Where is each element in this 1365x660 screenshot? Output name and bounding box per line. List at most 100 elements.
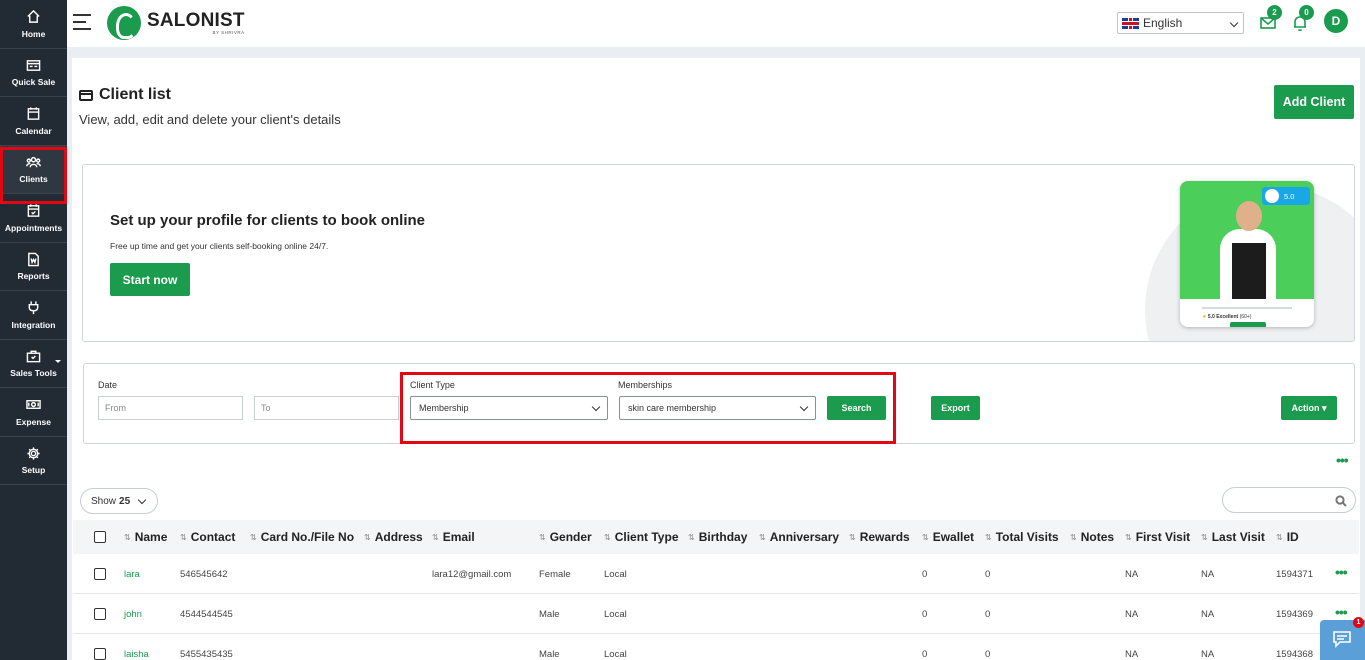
sidebar-item-sales-tools[interactable]: Sales Tools — [0, 340, 67, 388]
cell-ewallet: 0 — [922, 608, 928, 620]
promo-text: Free up time and get your clients self-b… — [110, 241, 329, 251]
chevron-down-icon — [591, 402, 601, 412]
table-row: laisha 5455435435 Male Local 0 0 NA NA 1… — [73, 634, 1359, 660]
table-search-input[interactable] — [1222, 487, 1356, 513]
logo[interactable]: SALONIST BY SHRIVRA — [107, 6, 245, 40]
sidebar-item-label: Appointments — [4, 222, 63, 233]
client-name-link[interactable]: lara — [124, 554, 140, 594]
add-client-button[interactable]: Add Client — [1274, 85, 1354, 119]
sidebar-item-clients[interactable]: Clients — [0, 145, 67, 194]
report-icon — [26, 251, 42, 267]
notifications-badge: 0 — [1299, 5, 1314, 20]
date-to-input[interactable]: To — [254, 396, 399, 420]
chevron-down-icon — [55, 359, 61, 363]
row-checkbox[interactable] — [94, 568, 106, 580]
column-header-birthday[interactable]: ⇅ Birthday — [688, 520, 747, 554]
client-type-value: Membership — [419, 403, 469, 413]
client-name-link[interactable]: john — [124, 594, 142, 634]
column-header-gender[interactable]: ⇅ Gender — [539, 520, 592, 554]
rating-pill: 5.0 — [1262, 187, 1310, 205]
page-subtitle: View, add, edit and delete your client's… — [79, 112, 341, 127]
sidebar-item-quick-sale[interactable]: Quick Sale — [0, 49, 67, 97]
messages-button[interactable]: 2 — [1259, 5, 1282, 32]
row-checkbox[interactable] — [94, 648, 106, 660]
column-header-name[interactable]: ⇅ Name — [124, 520, 167, 554]
column-header-card[interactable]: ⇅ Card No./File No — [250, 520, 354, 554]
sidebar-item-expense[interactable]: Expense — [0, 388, 67, 437]
column-header-rewards[interactable]: ⇅ Rewards — [849, 520, 910, 554]
column-header-total-visits[interactable]: ⇅ Total Visits — [985, 520, 1059, 554]
sidebar-item-label: Integration — [11, 319, 56, 330]
language-select[interactable]: English — [1117, 12, 1244, 34]
row-actions-icon[interactable]: ••• — [1335, 564, 1348, 580]
cell-gender: Female — [539, 568, 571, 580]
cell-contact: 5455435435 — [180, 648, 233, 660]
sidebar-item-home[interactable]: Home — [0, 0, 67, 49]
start-now-button[interactable]: Start now — [110, 263, 190, 296]
more-options-icon[interactable]: ••• — [1336, 452, 1349, 468]
memberships-select[interactable]: skin care membership — [619, 396, 816, 420]
cell-client-type: Local — [604, 568, 627, 580]
cell-last-visit: NA — [1201, 568, 1215, 580]
cell-client-type: Local — [604, 608, 627, 620]
column-header-contact[interactable]: ⇅ Contact — [180, 520, 235, 554]
avatar[interactable]: D — [1324, 9, 1348, 33]
sidebar-item-calendar[interactable]: Calendar — [0, 97, 67, 146]
money-icon — [26, 397, 42, 413]
cell-contact: 546545642 — [180, 568, 228, 580]
sidebar-item-integration[interactable]: Integration — [0, 291, 67, 340]
column-header-first-visit[interactable]: ⇅ First Visit — [1125, 520, 1190, 554]
column-header-email[interactable]: ⇅ Email — [432, 520, 475, 554]
memberships-label: Memberships — [618, 380, 673, 390]
sidebar-item-reports[interactable]: Reports — [0, 243, 67, 291]
promo-excellent: ★ 5.0 Excellent (60+) — [1202, 314, 1252, 320]
show-value: 25 — [119, 495, 131, 507]
chevron-down-icon — [1229, 18, 1239, 28]
column-header-last-visit[interactable]: ⇅ Last Visit — [1201, 520, 1265, 554]
page-size-select[interactable]: Show 25 — [80, 488, 158, 514]
show-label: Show — [91, 495, 117, 507]
column-header-ewallet[interactable]: ⇅ Ewallet — [922, 520, 974, 554]
row-actions-icon[interactable]: ••• — [1335, 604, 1348, 620]
users-icon — [26, 154, 42, 170]
sidebar-item-setup[interactable]: Setup — [0, 437, 67, 485]
notifications-button[interactable]: 0 — [1291, 5, 1314, 32]
cell-ewallet: 0 — [922, 648, 928, 660]
column-header-anniversary[interactable]: ⇅ Anniversary — [759, 520, 839, 554]
search-button[interactable]: Search — [827, 396, 886, 420]
export-button[interactable]: Export — [931, 396, 980, 420]
chat-badge: 1 — [1353, 617, 1364, 628]
select-all-checkbox[interactable] — [94, 531, 106, 543]
promo-title: Set up your profile for clients to book … — [110, 212, 426, 229]
row-checkbox[interactable] — [94, 608, 106, 620]
column-header-id[interactable]: ⇅ ID — [1276, 520, 1299, 554]
sidebar-item-label: Clients — [19, 174, 48, 185]
column-header-client-type[interactable]: ⇅ Client Type — [604, 520, 679, 554]
action-dropdown-button[interactable]: Action ▾ — [1281, 396, 1337, 420]
column-header-address[interactable]: ⇅ Address — [364, 520, 423, 554]
gear-icon — [26, 445, 42, 461]
messages-badge: 2 — [1267, 5, 1282, 20]
online-booking-promo: Set up your profile for clients to book … — [82, 164, 1355, 342]
plug-icon — [26, 300, 42, 316]
menu-toggle-icon[interactable] — [73, 14, 91, 30]
client-type-select[interactable]: Membership — [410, 396, 608, 420]
sidebar-item-label: Calendar — [15, 125, 52, 136]
column-header-notes[interactable]: ⇅ Notes — [1070, 520, 1114, 554]
date-from-input[interactable]: From — [98, 396, 243, 420]
page-title-text: Client list — [99, 86, 172, 103]
sidebar-item-label: Expense — [16, 416, 51, 427]
chevron-down-icon — [799, 402, 809, 412]
cell-ewallet: 0 — [922, 568, 928, 580]
chevron-down-icon — [137, 495, 147, 505]
client-name-link[interactable]: laisha — [124, 634, 149, 660]
filter-panel: Date From To Client Type Membership Memb… — [83, 363, 1355, 444]
cell-email: lara12@gmail.com — [432, 568, 512, 580]
cell-total-visits: 0 — [985, 568, 991, 580]
cell-gender: Male — [539, 608, 560, 620]
sidebar-item-appointments[interactable]: Appointments — [0, 194, 67, 243]
home-icon — [26, 9, 42, 25]
promo-illustration: 5.0 ★ 5.0 Excellent (60+) — [1180, 181, 1314, 327]
uk-flag-icon — [1122, 17, 1139, 29]
sidebar: Home Quick Sale Calendar Clients Appoint… — [0, 0, 67, 660]
